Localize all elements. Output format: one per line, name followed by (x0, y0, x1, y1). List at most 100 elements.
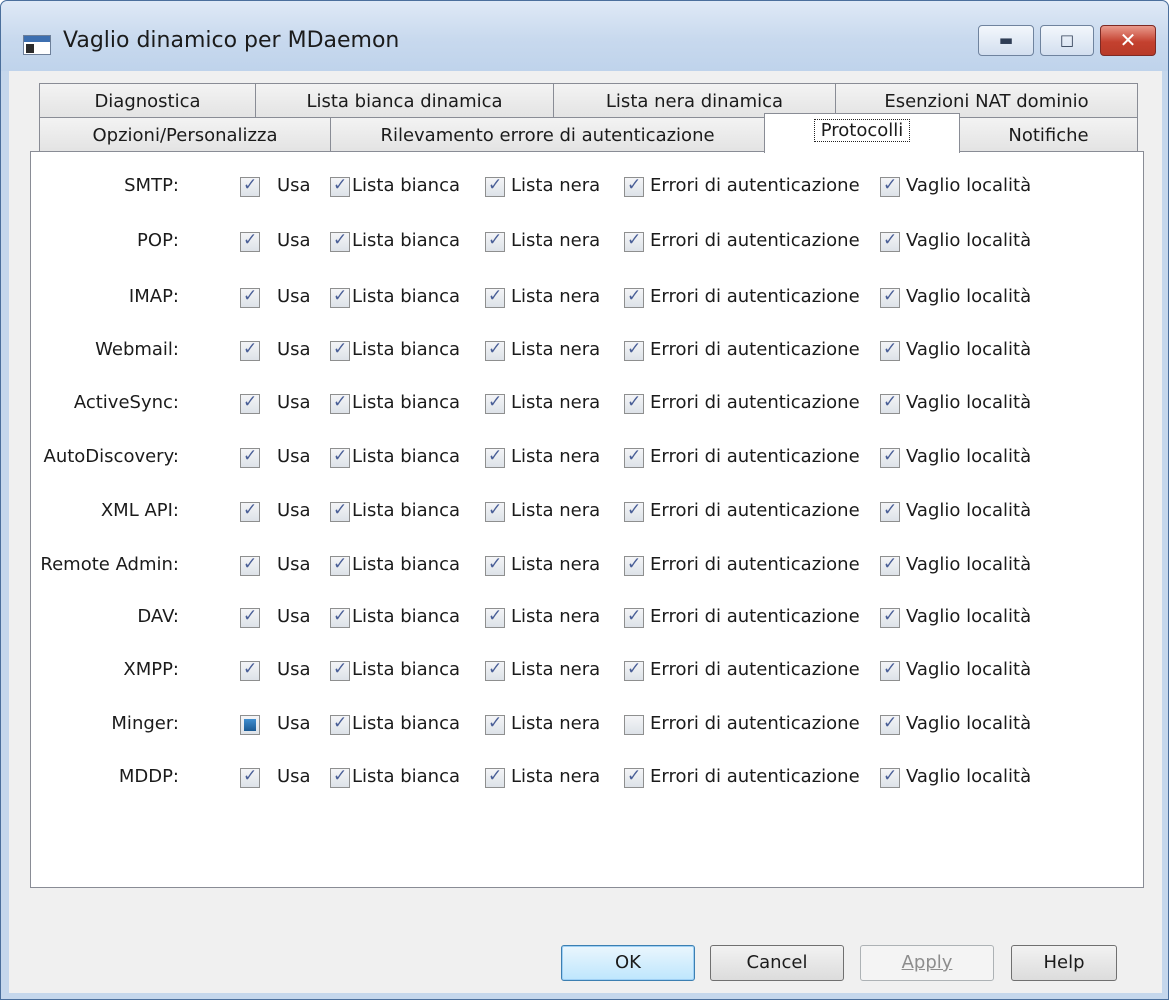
use-checkbox[interactable] (240, 606, 260, 628)
location-label[interactable]: Vaglio località (906, 713, 1031, 734)
blacklist-label[interactable]: Lista nera (511, 554, 600, 575)
whitelist-checkbox[interactable] (330, 286, 350, 308)
location-checkbox[interactable] (880, 500, 900, 522)
auth-checkbox[interactable] (624, 286, 644, 308)
blacklist-label[interactable]: Lista nera (511, 286, 600, 307)
location-checkbox[interactable] (880, 339, 900, 361)
auth-checkbox[interactable] (624, 392, 644, 414)
use-label[interactable]: Usa (277, 392, 311, 413)
blacklist-checkbox[interactable] (485, 446, 505, 468)
location-checkbox[interactable] (880, 554, 900, 576)
auth-label[interactable]: Errori di autenticazione (650, 392, 860, 413)
tab-diagnostica[interactable]: Diagnostica (39, 83, 256, 118)
blacklist-checkbox[interactable] (485, 606, 505, 628)
location-label[interactable]: Vaglio località (906, 446, 1031, 467)
blacklist-checkbox[interactable] (485, 286, 505, 308)
blacklist-label[interactable]: Lista nera (511, 606, 600, 627)
whitelist-checkbox[interactable] (330, 659, 350, 681)
auth-checkbox[interactable] (624, 766, 644, 788)
use-label[interactable]: Usa (277, 766, 311, 787)
help-button[interactable]: Help (1011, 945, 1117, 981)
use-label[interactable]: Usa (277, 175, 311, 196)
use-label[interactable]: Usa (277, 713, 311, 734)
location-label[interactable]: Vaglio località (906, 554, 1031, 575)
tab-protocolli[interactable]: Protocolli (764, 113, 960, 153)
auth-label[interactable]: Errori di autenticazione (650, 606, 860, 627)
location-checkbox[interactable] (880, 392, 900, 414)
auth-label[interactable]: Errori di autenticazione (650, 230, 860, 251)
auth-label[interactable]: Errori di autenticazione (650, 554, 860, 575)
blacklist-label[interactable]: Lista nera (511, 446, 600, 467)
whitelist-checkbox[interactable] (330, 446, 350, 468)
use-checkbox[interactable] (240, 500, 260, 522)
use-label[interactable]: Usa (277, 286, 311, 307)
whitelist-label[interactable]: Lista bianca (352, 286, 460, 307)
auth-label[interactable]: Errori di autenticazione (650, 446, 860, 467)
apply-button[interactable]: Apply (860, 945, 994, 981)
location-checkbox[interactable] (880, 286, 900, 308)
use-checkbox[interactable] (240, 339, 260, 361)
whitelist-checkbox[interactable] (330, 554, 350, 576)
use-checkbox[interactable] (240, 766, 260, 788)
blacklist-label[interactable]: Lista nera (511, 659, 600, 680)
tab-lista-bianca-dinamica[interactable]: Lista bianca dinamica (255, 83, 554, 118)
whitelist-label[interactable]: Lista bianca (352, 500, 460, 521)
whitelist-label[interactable]: Lista bianca (352, 175, 460, 196)
location-label[interactable]: Vaglio località (906, 286, 1031, 307)
whitelist-label[interactable]: Lista bianca (352, 606, 460, 627)
use-label[interactable]: Usa (277, 339, 311, 360)
blacklist-label[interactable]: Lista nera (511, 500, 600, 521)
use-checkbox[interactable] (240, 286, 260, 308)
location-checkbox[interactable] (880, 606, 900, 628)
blacklist-checkbox[interactable] (485, 659, 505, 681)
tab-rilevamento-errore-autenticazione[interactable]: Rilevamento errore di autenticazione (330, 117, 765, 152)
auth-checkbox[interactable] (624, 230, 644, 252)
location-label[interactable]: Vaglio località (906, 606, 1031, 627)
auth-label[interactable]: Errori di autenticazione (650, 500, 860, 521)
blacklist-checkbox[interactable] (485, 554, 505, 576)
whitelist-checkbox[interactable] (330, 500, 350, 522)
blacklist-label[interactable]: Lista nera (511, 713, 600, 734)
location-checkbox[interactable] (880, 659, 900, 681)
location-checkbox[interactable] (880, 230, 900, 252)
location-label[interactable]: Vaglio località (906, 230, 1031, 251)
blacklist-checkbox[interactable] (485, 339, 505, 361)
blacklist-checkbox[interactable] (485, 766, 505, 788)
use-label[interactable]: Usa (277, 659, 311, 680)
whitelist-checkbox[interactable] (330, 230, 350, 252)
whitelist-checkbox[interactable] (330, 339, 350, 361)
use-checkbox[interactable] (240, 392, 260, 414)
location-label[interactable]: Vaglio località (906, 392, 1031, 413)
blacklist-label[interactable]: Lista nera (511, 339, 600, 360)
blacklist-checkbox[interactable] (485, 713, 505, 735)
ok-button[interactable]: OK (561, 945, 695, 981)
use-checkbox[interactable] (240, 554, 260, 576)
use-label[interactable]: Usa (277, 554, 311, 575)
auth-label[interactable]: Errori di autenticazione (650, 175, 860, 196)
whitelist-label[interactable]: Lista bianca (352, 766, 460, 787)
auth-label[interactable]: Errori di autenticazione (650, 286, 860, 307)
auth-label[interactable]: Errori di autenticazione (650, 713, 860, 734)
auth-label[interactable]: Errori di autenticazione (650, 766, 860, 787)
whitelist-checkbox[interactable] (330, 392, 350, 414)
use-label[interactable]: Usa (277, 446, 311, 467)
whitelist-label[interactable]: Lista bianca (352, 339, 460, 360)
use-label[interactable]: Usa (277, 606, 311, 627)
auth-label[interactable]: Errori di autenticazione (650, 659, 860, 680)
whitelist-checkbox[interactable] (330, 713, 350, 735)
tab-notifiche[interactable]: Notifiche (959, 117, 1138, 152)
whitelist-checkbox[interactable] (330, 606, 350, 628)
location-label[interactable]: Vaglio località (906, 175, 1031, 196)
auth-checkbox[interactable] (624, 659, 644, 681)
auth-checkbox[interactable] (624, 500, 644, 522)
whitelist-checkbox[interactable] (330, 766, 350, 788)
whitelist-label[interactable]: Lista bianca (352, 446, 460, 467)
whitelist-checkbox[interactable] (330, 175, 350, 197)
use-checkbox[interactable] (240, 659, 260, 681)
location-checkbox[interactable] (880, 713, 900, 735)
location-checkbox[interactable] (880, 446, 900, 468)
location-checkbox[interactable] (880, 766, 900, 788)
use-checkbox[interactable] (240, 446, 260, 468)
minimize-button[interactable]: ▬ (978, 25, 1034, 56)
blacklist-label[interactable]: Lista nera (511, 766, 600, 787)
